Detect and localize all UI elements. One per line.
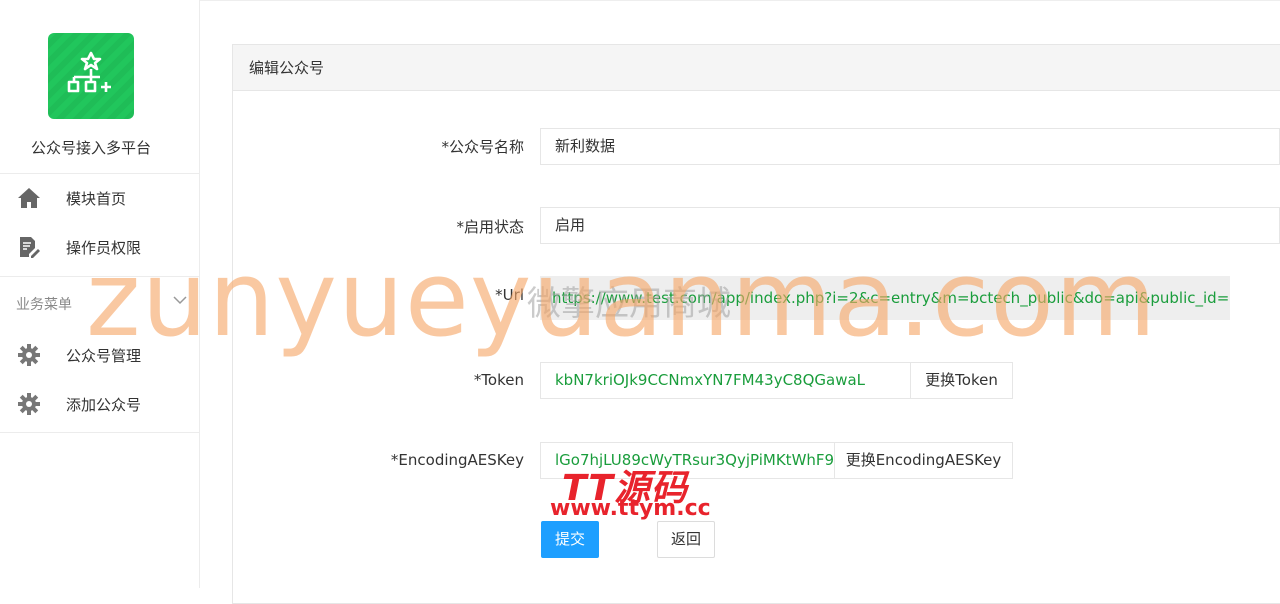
account-name-input[interactable]: 新利数据 [540,128,1280,165]
menu-group-title: 业务菜单 [16,297,72,313]
status-label: *启用状态 [456,218,524,236]
sidebar-item-module-home[interactable]: 模块首页 [0,176,199,220]
gear-icon [17,392,41,416]
sidebar-item-add-account[interactable]: 添加公众号 [0,382,199,426]
url-label: *Url [495,286,524,304]
panel-title: 编辑公众号 [233,45,1280,91]
home-icon [17,186,41,210]
change-aeskey-button[interactable]: 更换EncodingAESKey [834,442,1013,479]
submit-button[interactable]: 提交 [541,521,599,558]
sitemap-icon [67,51,111,93]
back-button[interactable]: 返回 [657,521,715,558]
sidebar-item-label: 模块首页 [66,189,127,208]
name-label: *公众号名称 [441,138,524,156]
gear-icon [17,343,41,367]
top-divider [200,0,1280,1]
change-token-button[interactable]: 更换Token [910,362,1013,399]
token-input[interactable]: kbN7kriOJk9CCNmxYN7FM43yC8QGawaL [540,362,912,399]
sidebar-item-label: 添加公众号 [66,395,142,414]
divider [0,276,199,277]
app-logo [48,33,134,119]
aeskey-input[interactable]: lGo7hjLU89cWyTRsur3QyjPiMKtWhF9 [540,442,835,479]
sidebar: 公众号接入多平台 模块首页 操作员权限 业务菜单 公众号管理 添加公众号 [0,0,200,588]
status-select[interactable]: 启用 [540,207,1280,244]
sidebar-item-account-management[interactable]: 公众号管理 [0,333,199,377]
edit-document-icon [17,235,41,259]
chevron-down-icon[interactable] [172,294,188,310]
sidebar-item-label: 操作员权限 [66,238,142,257]
url-value: https://www.test.com/app/index.php?i=2&c… [540,276,1230,320]
sidebar-item-label: 公众号管理 [66,346,142,365]
token-label: *Token [473,371,524,389]
app-title: 公众号接入多平台 [30,139,151,157]
divider [0,173,199,174]
divider [0,432,199,433]
aeskey-label: *EncodingAESKey [390,451,524,469]
sidebar-item-operator-permissions[interactable]: 操作员权限 [0,225,199,269]
